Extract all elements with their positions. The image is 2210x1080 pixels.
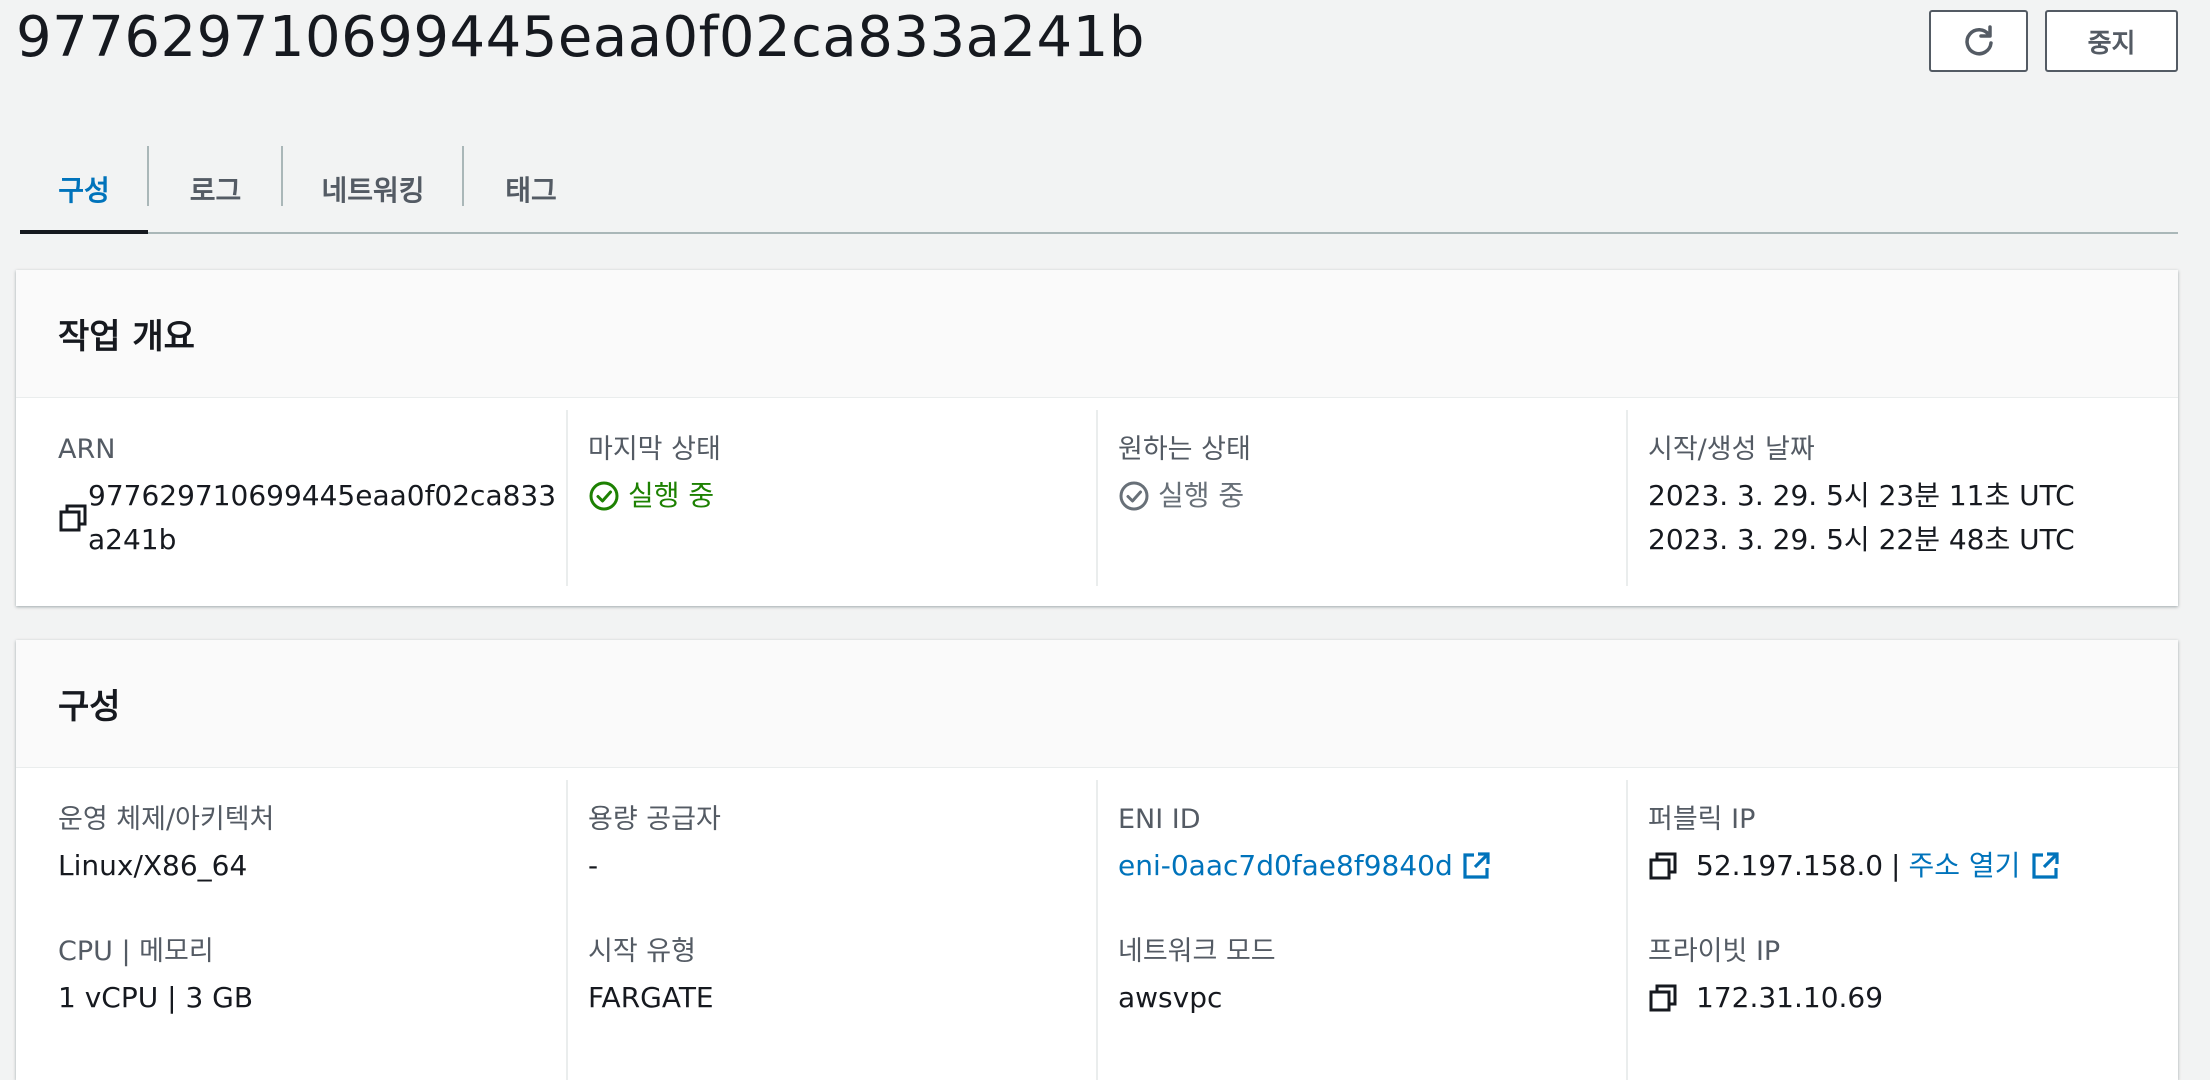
private-ip-value: 172.31.10.69 [1696,981,1884,1014]
dates-field: 시작/생성 날짜 2023. 3. 29. 5시 23분 11초 UTC 202… [1606,430,2166,562]
eni-field: ENI ID eni-0aac7d0fae8f9840d [1076,800,1606,888]
page-title: 977629710699445eaa0f02ca833a241b [16,5,1145,70]
public-ip-label: 퍼블릭 IP [1648,804,1756,835]
check-circle-icon [1118,480,1150,512]
os-arch-field: 운영 체제/아키텍처 Linux/X86_64 [16,800,546,888]
copy-icon[interactable] [58,474,88,562]
arn-field: ARN 977629710699445eaa0f02ca833 a241b [16,430,556,562]
dates-label: 시작/생성 날짜 [1648,434,1815,465]
network-mode-label: 네트워크 모드 [1118,936,1276,967]
arn-value-line2: a241b [88,523,177,556]
tab-configuration[interactable]: 구성 [20,146,148,234]
started-at-value: 2023. 3. 29. 5시 23분 11초 UTC [1648,479,2075,512]
arn-label: ARN [58,434,116,465]
copy-icon[interactable] [1648,983,1678,1013]
private-ip-label: 프라이빗 IP [1648,936,1781,967]
tab-bar: 구성 로그 네트워킹 태그 [20,146,2178,234]
open-address-link[interactable]: 주소 열기 [1908,844,2020,888]
external-link-icon[interactable] [1461,851,1491,881]
eni-link[interactable]: eni-0aac7d0fae8f9840d [1118,844,1453,888]
cpu-memory-label: CPU | 메모리 [58,936,214,967]
last-status-label: 마지막 상태 [588,434,721,465]
desired-status-value: 실행 중 [1158,479,1245,512]
public-ip-field: 퍼블릭 IP 52.197.158.0 | 주소 열기 [1606,800,2166,888]
external-link-icon[interactable] [2030,851,2060,881]
cpu-memory-field: CPU | 메모리 1 vCPU | 3 GB [16,932,546,1020]
launch-type-field: 시작 유형 FARGATE [546,932,1076,1020]
configuration-header: 구성 [16,640,2178,768]
desired-status-label: 원하는 상태 [1118,434,1251,465]
refresh-button[interactable] [1929,10,2028,72]
task-overview-header: 작업 개요 [16,270,2178,398]
network-mode-field: 네트워크 모드 awsvpc [1076,932,1606,1020]
tab-tags[interactable]: 태그 [464,146,598,232]
capacity-provider-field: 용량 공급자 - [546,800,1076,888]
eni-label: ENI ID [1118,804,1201,835]
task-overview-panel: 작업 개요 ARN 977629710699445eaa0f02ca833 a2… [16,270,2178,606]
copy-icon[interactable] [1648,851,1678,881]
arn-value-line1: 977629710699445eaa0f02ca833 [88,479,557,512]
launch-type-label: 시작 유형 [588,936,696,967]
desired-status-field: 원하는 상태 실행 중 [1076,430,1606,518]
tab-networking[interactable]: 네트워킹 [283,146,463,232]
capacity-provider-value: - [588,849,599,882]
os-arch-label: 운영 체제/아키텍처 [58,804,275,835]
public-ip-separator: | [1891,849,1901,882]
tab-logs[interactable]: 로그 [149,146,282,232]
cpu-memory-value: 1 vCPU | 3 GB [58,981,254,1014]
last-status-value: 실행 중 [628,479,715,512]
public-ip-value: 52.197.158.0 [1696,849,1884,882]
os-arch-value: Linux/X86_64 [58,849,248,882]
check-circle-icon [588,480,620,512]
private-ip-field: 프라이빗 IP 172.31.10.69 [1606,932,2166,1020]
stop-button[interactable]: 중지 [2045,10,2178,72]
last-status-field: 마지막 상태 실행 중 [546,430,1076,518]
refresh-icon [1961,23,1997,59]
network-mode-value: awsvpc [1118,981,1223,1014]
capacity-provider-label: 용량 공급자 [588,804,721,835]
launch-type-value: FARGATE [588,981,714,1014]
configuration-panel: 구성 운영 체제/아키텍처 Linux/X86_64 용량 공급자 - ENI … [16,640,2178,1080]
created-at-value: 2023. 3. 29. 5시 22분 48초 UTC [1648,523,2075,556]
